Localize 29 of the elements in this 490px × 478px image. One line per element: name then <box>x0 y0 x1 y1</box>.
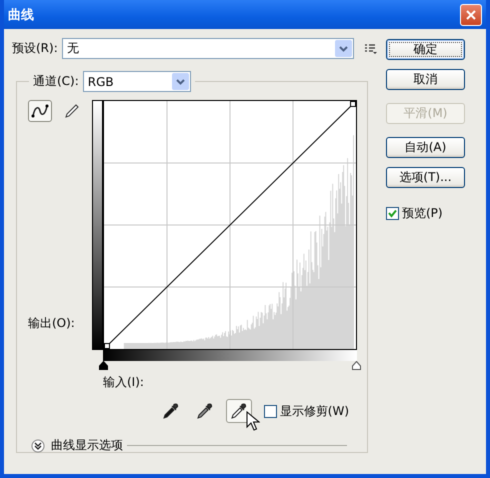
slider-handle-icon[interactable] <box>99 361 108 370</box>
dialog-button[interactable]: 取消 <box>386 69 465 90</box>
eyedropper-icon <box>196 402 214 420</box>
preset-label: 预设(R): <box>12 40 58 57</box>
dialog-button[interactable]: 选项(T)... <box>386 167 465 188</box>
channel-label: 通道(C): <box>33 73 79 90</box>
eyedropper-icon <box>162 402 180 420</box>
curve-tool-button[interactable] <box>28 100 52 122</box>
display-options-toggle[interactable]: 曲线显示选项 <box>31 437 123 454</box>
check-mark-icon <box>388 209 397 218</box>
menu-icon[interactable] <box>364 42 378 54</box>
mouse-cursor-icon <box>246 411 260 431</box>
window-title: 曲线 <box>8 6 34 24</box>
output-label: 输出(O): <box>28 315 76 332</box>
control-point[interactable] <box>350 101 356 107</box>
expand-icon <box>31 438 45 452</box>
preset-dropdown[interactable]: 无 <box>62 38 354 59</box>
eyedropper-icon <box>230 402 248 420</box>
control-point[interactable] <box>104 343 110 349</box>
eyedropper-button[interactable] <box>226 399 252 423</box>
dialog-button[interactable]: 自动(A) <box>386 137 465 158</box>
show-clipping-checkbox[interactable]: 显示修剪(W) <box>264 402 349 420</box>
slider-handle-icon[interactable] <box>352 361 361 370</box>
close-icon <box>465 8 477 20</box>
input-label: 输入(I): <box>103 374 144 391</box>
close-button[interactable] <box>460 4 482 26</box>
dialog-button[interactable]: 确定 <box>386 39 465 60</box>
preview-checkbox[interactable]: 预览(P) <box>386 205 478 222</box>
channel-dropdown[interactable]: RGB <box>82 71 191 92</box>
